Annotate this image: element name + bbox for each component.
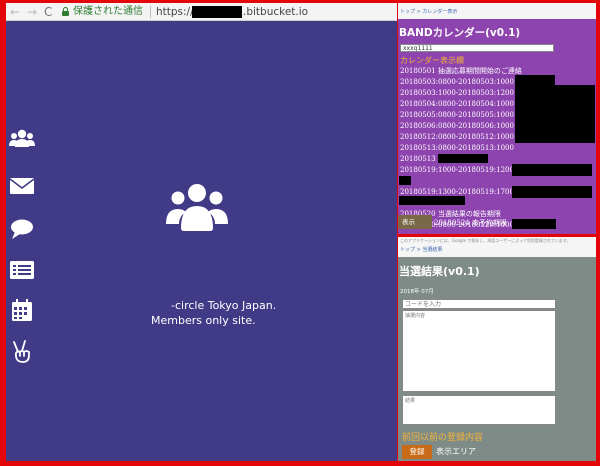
page-title: BANDカレンダー(v0.1) [399,27,521,39]
redaction-block [399,196,465,205]
calendar-icon[interactable] [9,299,35,323]
calendar-row: 20180505:0800-20180505:1000 [400,111,514,119]
main-site-panel: ← → C 保護された通信 https:// .bitbucket.io -ci… [6,3,397,461]
forward-button[interactable]: → [27,4,37,20]
redaction-block [438,154,488,163]
redaction-block [512,164,592,176]
peace-hand-icon[interactable] [9,340,35,364]
url-redaction [192,6,242,18]
redaction-block [515,85,595,143]
breadcrumb[interactable]: トップ > カレンダー表示 [400,8,457,15]
result-label: 結果 [405,398,416,404]
redaction-block [512,219,556,229]
breadcrumb[interactable]: トップ > 当選結果 [400,246,442,253]
envelope-icon[interactable] [9,174,35,198]
lock-icon [62,7,69,16]
url-prefix[interactable]: https:// [156,5,194,19]
register-button[interactable]: 登録 [402,445,432,459]
display-area-label: 表示エリア [436,447,476,456]
calendar-row: 20180513 [400,155,436,163]
section-title: カレンダー表示欄 [400,56,464,65]
back-button[interactable]: ← [10,4,20,20]
redaction-block [512,186,592,198]
reload-button[interactable]: C [44,4,52,20]
browser-address-bar: ← → C 保護された通信 https:// .bitbucket.io [6,3,397,21]
calendar-panel: トップ > カレンダー表示 BANDカレンダー(v0.1) カレンダー表示欄 2… [398,3,596,234]
users-icon [166,184,228,231]
calendar-row: 20180519:1000-20180519:1200 [400,166,514,174]
calendar-row: 20180504:0800-20180504:1000 [400,100,514,108]
date-label: 2018年 07月 [400,289,434,295]
calendar-header-bar: トップ > カレンダー表示 [398,3,596,19]
calendar-row: 20180512:0800-20180512:1000 [400,133,514,141]
calendar-row: 20180524 本予約期限 [434,219,507,227]
comment-icon[interactable] [9,217,35,241]
user-id-input[interactable] [400,44,554,52]
section-title: 前回以前の登録内容 [402,433,484,443]
result-panel: このアプリケーションには、Google で保存し、承認ユーザーによって利用登録さ… [398,237,596,461]
result-textarea[interactable]: 結果 [402,395,556,425]
users-icon[interactable] [9,127,35,151]
tagline-line-2: Members only site. [151,314,256,327]
calendar-row: 20180503:0800-20180503:1000 [400,78,514,86]
calendar-row: 20180506:0800-20180506:1000 [400,122,514,130]
code-input[interactable] [402,299,556,309]
page-title: 当選結果(v0.1) [399,265,480,278]
tagline-line-1: -circle Tokyo Japan. [171,299,277,312]
list-icon[interactable] [9,258,35,282]
redaction-block [399,176,411,185]
draw-content-textarea[interactable]: 抽選内容 [402,310,556,392]
result-header-bar: このアプリケーションには、Google で保存し、承認ユーザーによって利用登録さ… [398,237,596,257]
calendar-row: 20180513:0800-20180513:1000 [400,144,514,152]
secure-connection-label: 保護された通信 [73,6,143,17]
screenshot-frame: ← → C 保護された通信 https:// .bitbucket.io -ci… [0,0,600,466]
show-calendar-button[interactable]: 表示 [398,215,432,229]
draw-content-label: 抽選内容 [405,313,426,319]
calendar-row: 20180503:1000-20180503:1200 [400,89,514,97]
calendar-row: 20180501 抽選応募期間開始のご連絡 [400,67,522,75]
address-separator [150,6,151,18]
url-suffix[interactable]: .bitbucket.io [243,5,308,19]
app-notice: このアプリケーションには、Google で保存し、承認ユーザーによって利用登録さ… [400,238,571,243]
